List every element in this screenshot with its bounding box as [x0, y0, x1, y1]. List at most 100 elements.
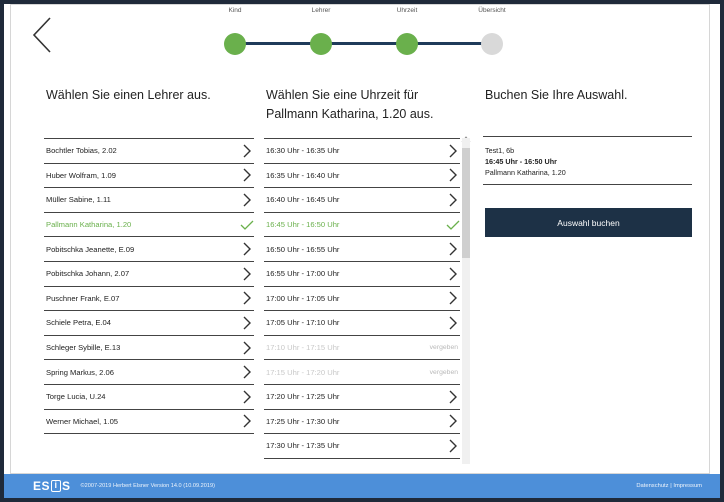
- time-slot-row-label: 16:45 Uhr - 16:50 Uhr: [266, 220, 340, 230]
- summary-column-title: Buchen Sie Ihre Auswahl.: [485, 88, 628, 102]
- chevron-right-icon: [243, 168, 251, 182]
- time-slot-row[interactable]: 16:35 Uhr - 16:40 Uhr: [264, 164, 460, 189]
- step-dot-done: [396, 33, 418, 55]
- chevron-right-icon: [240, 365, 254, 379]
- teacher-row[interactable]: Schleger Sybille, E.13: [44, 336, 254, 361]
- time-slot-row[interactable]: 17:00 Uhr - 17:05 Uhr: [264, 287, 460, 312]
- step-dot-todo: [481, 33, 503, 55]
- checkmark-icon: [446, 218, 460, 232]
- summary-teacher: Pallmann Katharina, 1.20: [485, 168, 566, 177]
- teacher-row[interactable]: Pobitschka Jeanette, E.09: [44, 237, 254, 262]
- chevron-right-icon: [240, 168, 254, 182]
- imprint-link[interactable]: Impressum: [673, 483, 702, 489]
- time-slot-row[interactable]: 17:25 Uhr - 17:30 Uhr: [264, 410, 460, 435]
- teacher-row-label: Schleger Sybille, E.13: [46, 343, 121, 353]
- checkmark-icon: [240, 218, 254, 232]
- chevron-right-icon: [243, 390, 251, 404]
- back-button[interactable]: [28, 14, 58, 56]
- teacher-row[interactable]: Bochtler Tobias, 2.02: [44, 139, 254, 164]
- teacher-column-title: Wählen Sie einen Lehrer aus.: [46, 88, 211, 102]
- teacher-row[interactable]: Puschner Frank, E.07: [44, 287, 254, 312]
- logo-text-right: S: [62, 479, 71, 493]
- teacher-row-label: Puschner Frank, E.07: [46, 293, 120, 303]
- chevron-right-icon: [240, 291, 254, 305]
- teacher-row[interactable]: Torge Lucia, U.24: [44, 385, 254, 410]
- slot-status-note: vergeben: [429, 344, 458, 352]
- time-slot-row-label: 16:50 Uhr - 16:55 Uhr: [266, 244, 340, 254]
- teacher-row-label: Schiele Petra, E.04: [46, 318, 112, 328]
- progress-stepper: Kind Lehrer Uhrzeit Übersicht: [205, 4, 506, 56]
- chevron-right-icon: [240, 390, 254, 404]
- teacher-row[interactable]: Pallmann Katharina, 1.20: [44, 213, 254, 238]
- copyright-text: ©2007-2019 Herbert Elsner Version 14.0 (…: [80, 483, 215, 489]
- step-uebersicht: Übersicht: [462, 4, 522, 55]
- teacher-row[interactable]: Müller Sabine, 1.11: [44, 188, 254, 213]
- chevron-right-icon: [446, 193, 460, 207]
- chevron-right-icon: [449, 414, 457, 428]
- chevron-right-icon: [243, 267, 251, 281]
- teacher-row-label: Spring Markus, 2.06: [46, 367, 114, 377]
- chevron-right-icon: [446, 439, 460, 453]
- teacher-row-label: Müller Sabine, 1.11: [46, 195, 111, 205]
- chevron-right-icon: [240, 242, 254, 256]
- logo-i-box: i: [51, 480, 62, 492]
- chevron-right-icon: [243, 193, 251, 207]
- chevron-right-icon: [449, 242, 457, 256]
- footer-bar: ES i S ©2007-2019 Herbert Elsner Version…: [4, 474, 720, 498]
- chevron-right-icon: [243, 242, 251, 256]
- checkmark-icon: [446, 220, 460, 230]
- teacher-list: Bochtler Tobias, 2.02 Huber Wolfram, 1.09…: [44, 138, 254, 435]
- chevron-right-icon: [446, 168, 460, 182]
- chevron-right-icon: [240, 414, 254, 428]
- time-slot-row: 17:15 Uhr - 17:20 Uhr vergeben: [264, 360, 460, 385]
- teacher-row[interactable]: Huber Wolfram, 1.09: [44, 164, 254, 189]
- teacher-row[interactable]: Werner Michael, 1.05: [44, 410, 254, 435]
- step-kind: Kind: [205, 4, 265, 55]
- teacher-row[interactable]: Spring Markus, 2.06: [44, 360, 254, 385]
- time-slot-row[interactable]: 16:45 Uhr - 16:50 Uhr: [264, 213, 460, 238]
- time-slot-row[interactable]: 16:55 Uhr - 17:00 Uhr: [264, 262, 460, 287]
- time-slot-row: 17:10 Uhr - 17:15 Uhr vergeben: [264, 336, 460, 361]
- checkmark-icon: [240, 220, 254, 230]
- chevron-right-icon: [449, 291, 457, 305]
- step-dot-done: [310, 33, 332, 55]
- time-slot-row[interactable]: 17:30 Uhr - 17:35 Uhr: [264, 434, 460, 459]
- chevron-right-icon: [240, 341, 254, 355]
- teacher-row-label: Pobitschka Johann, 2.07: [46, 269, 130, 279]
- slot-status-note: vergeben: [429, 368, 458, 376]
- chevron-right-icon: [449, 144, 457, 158]
- step-label: Übersicht: [478, 7, 506, 14]
- book-selection-button[interactable]: Auswahl buchen: [485, 208, 692, 237]
- time-slot-row[interactable]: 16:50 Uhr - 16:55 Uhr: [264, 237, 460, 262]
- teacher-row-label: Werner Michael, 1.05: [46, 416, 119, 426]
- summary-time: 16:45 Uhr - 16:50 Uhr: [485, 157, 557, 166]
- time-list-scrollbar[interactable]: [462, 138, 470, 464]
- chevron-right-icon: [240, 144, 254, 158]
- time-slot-row-label: 16:35 Uhr - 16:40 Uhr: [266, 170, 340, 180]
- scrollbar-thumb[interactable]: [462, 148, 470, 258]
- time-slot-row-label: 17:30 Uhr - 17:35 Uhr: [266, 441, 340, 451]
- time-slot-row-label: 17:05 Uhr - 17:10 Uhr: [266, 318, 340, 328]
- footer-links: Datenschutz | Impressum: [636, 483, 720, 489]
- chevron-right-icon: [243, 414, 251, 428]
- teacher-row-label: Pobitschka Jeanette, E.09: [46, 244, 135, 254]
- time-slot-row-label: 16:30 Uhr - 16:35 Uhr: [266, 146, 340, 156]
- chevron-right-icon: [243, 341, 251, 355]
- teacher-row[interactable]: Pobitschka Johann, 2.07: [44, 262, 254, 287]
- teacher-row-label: Bochtler Tobias, 2.02: [46, 146, 117, 156]
- time-slot-row[interactable]: 16:40 Uhr - 16:45 Uhr: [264, 188, 460, 213]
- time-slot-row[interactable]: 16:30 Uhr - 16:35 Uhr: [264, 139, 460, 164]
- step-label: Uhrzeit: [396, 7, 418, 14]
- chevron-right-icon: [446, 316, 460, 330]
- time-slot-row-label: 17:20 Uhr - 17:25 Uhr: [266, 392, 340, 402]
- teacher-row[interactable]: Schiele Petra, E.04: [44, 311, 254, 336]
- privacy-link[interactable]: Datenschutz: [636, 483, 668, 489]
- time-slot-row[interactable]: 17:20 Uhr - 17:25 Uhr: [264, 385, 460, 410]
- step-uhrzeit: Uhrzeit: [377, 4, 437, 55]
- step-lehrer: Lehrer: [291, 4, 351, 55]
- time-slot-row[interactable]: 17:05 Uhr - 17:10 Uhr: [264, 311, 460, 336]
- chevron-right-icon: [243, 144, 251, 158]
- chevron-right-icon: [446, 267, 460, 281]
- time-slot-row-label: 16:55 Uhr - 17:00 Uhr: [266, 269, 340, 279]
- chevron-right-icon: [243, 316, 251, 330]
